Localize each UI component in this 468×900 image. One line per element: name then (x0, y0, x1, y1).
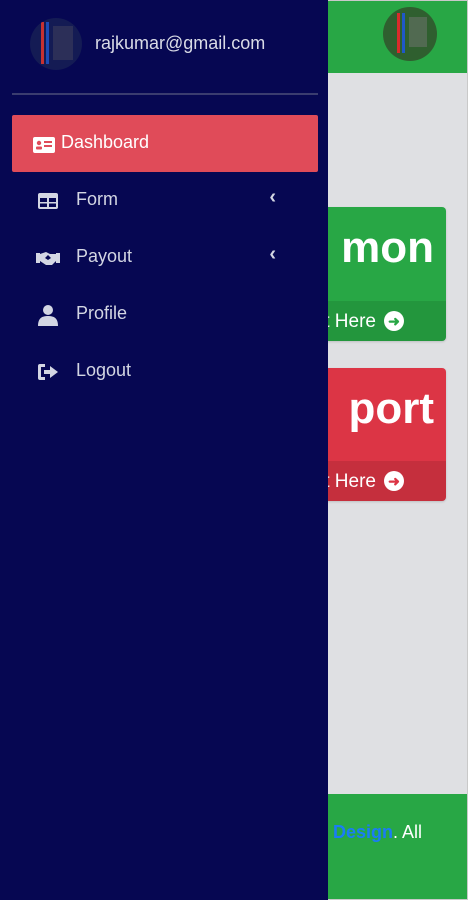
id-card-icon (33, 137, 55, 153)
sidebar-item-form[interactable]: Form ‹ (12, 172, 318, 229)
card-link-text[interactable]: t Here (324, 471, 376, 493)
sidebar-item-payout[interactable]: Payout ‹ (12, 229, 318, 286)
navbar-avatar[interactable] (383, 7, 437, 61)
sidebar-item-label: Dashboard (61, 132, 150, 152)
sidebar-item-label: Payout (76, 246, 133, 266)
sidebar-divider (12, 93, 318, 95)
sidebar-item-label: Profile (76, 303, 128, 323)
user-avatar (30, 18, 82, 70)
sidebar-item-profile[interactable]: Profile (12, 286, 318, 343)
arrow-circle-right-icon[interactable]: ➜ (384, 311, 404, 331)
card-big-text: port (348, 384, 434, 433)
sidebar-item-logout[interactable]: Logout (12, 343, 318, 400)
avatar-stripe (397, 13, 400, 53)
avatar-stripe (46, 22, 49, 64)
card-link-text[interactable]: t Here (324, 311, 376, 333)
avatar-stripe (53, 26, 73, 60)
sidebar-item-label: Logout (76, 360, 132, 380)
sidebar: rajkumar@gmail.com Dashboard Form ‹ Payo… (0, 0, 328, 900)
table-icon (38, 193, 58, 209)
user-panel[interactable]: rajkumar@gmail.com (0, 0, 328, 94)
sidebar-nav: Dashboard Form ‹ Payout ‹ Profile Logout (12, 115, 318, 400)
handshake-icon (36, 252, 60, 265)
user-email[interactable]: rajkumar@gmail.com (95, 33, 265, 54)
arrow-circle-right-icon[interactable]: ➜ (384, 471, 404, 491)
sidebar-item-dashboard[interactable]: Dashboard (12, 115, 318, 172)
footer-text: Design. All (333, 822, 422, 843)
footer-suffix: . All (393, 822, 423, 842)
sign-out-icon (38, 364, 58, 380)
sidebar-item-label: Form (76, 189, 118, 209)
avatar-stripe (402, 13, 405, 53)
avatar-stripe (409, 17, 427, 47)
user-icon (38, 305, 58, 326)
chevron-left-icon[interactable]: ‹ (269, 243, 276, 266)
footer-link[interactable]: Design (333, 822, 393, 842)
chevron-left-icon[interactable]: ‹ (269, 186, 276, 209)
avatar-stripe (41, 22, 44, 64)
